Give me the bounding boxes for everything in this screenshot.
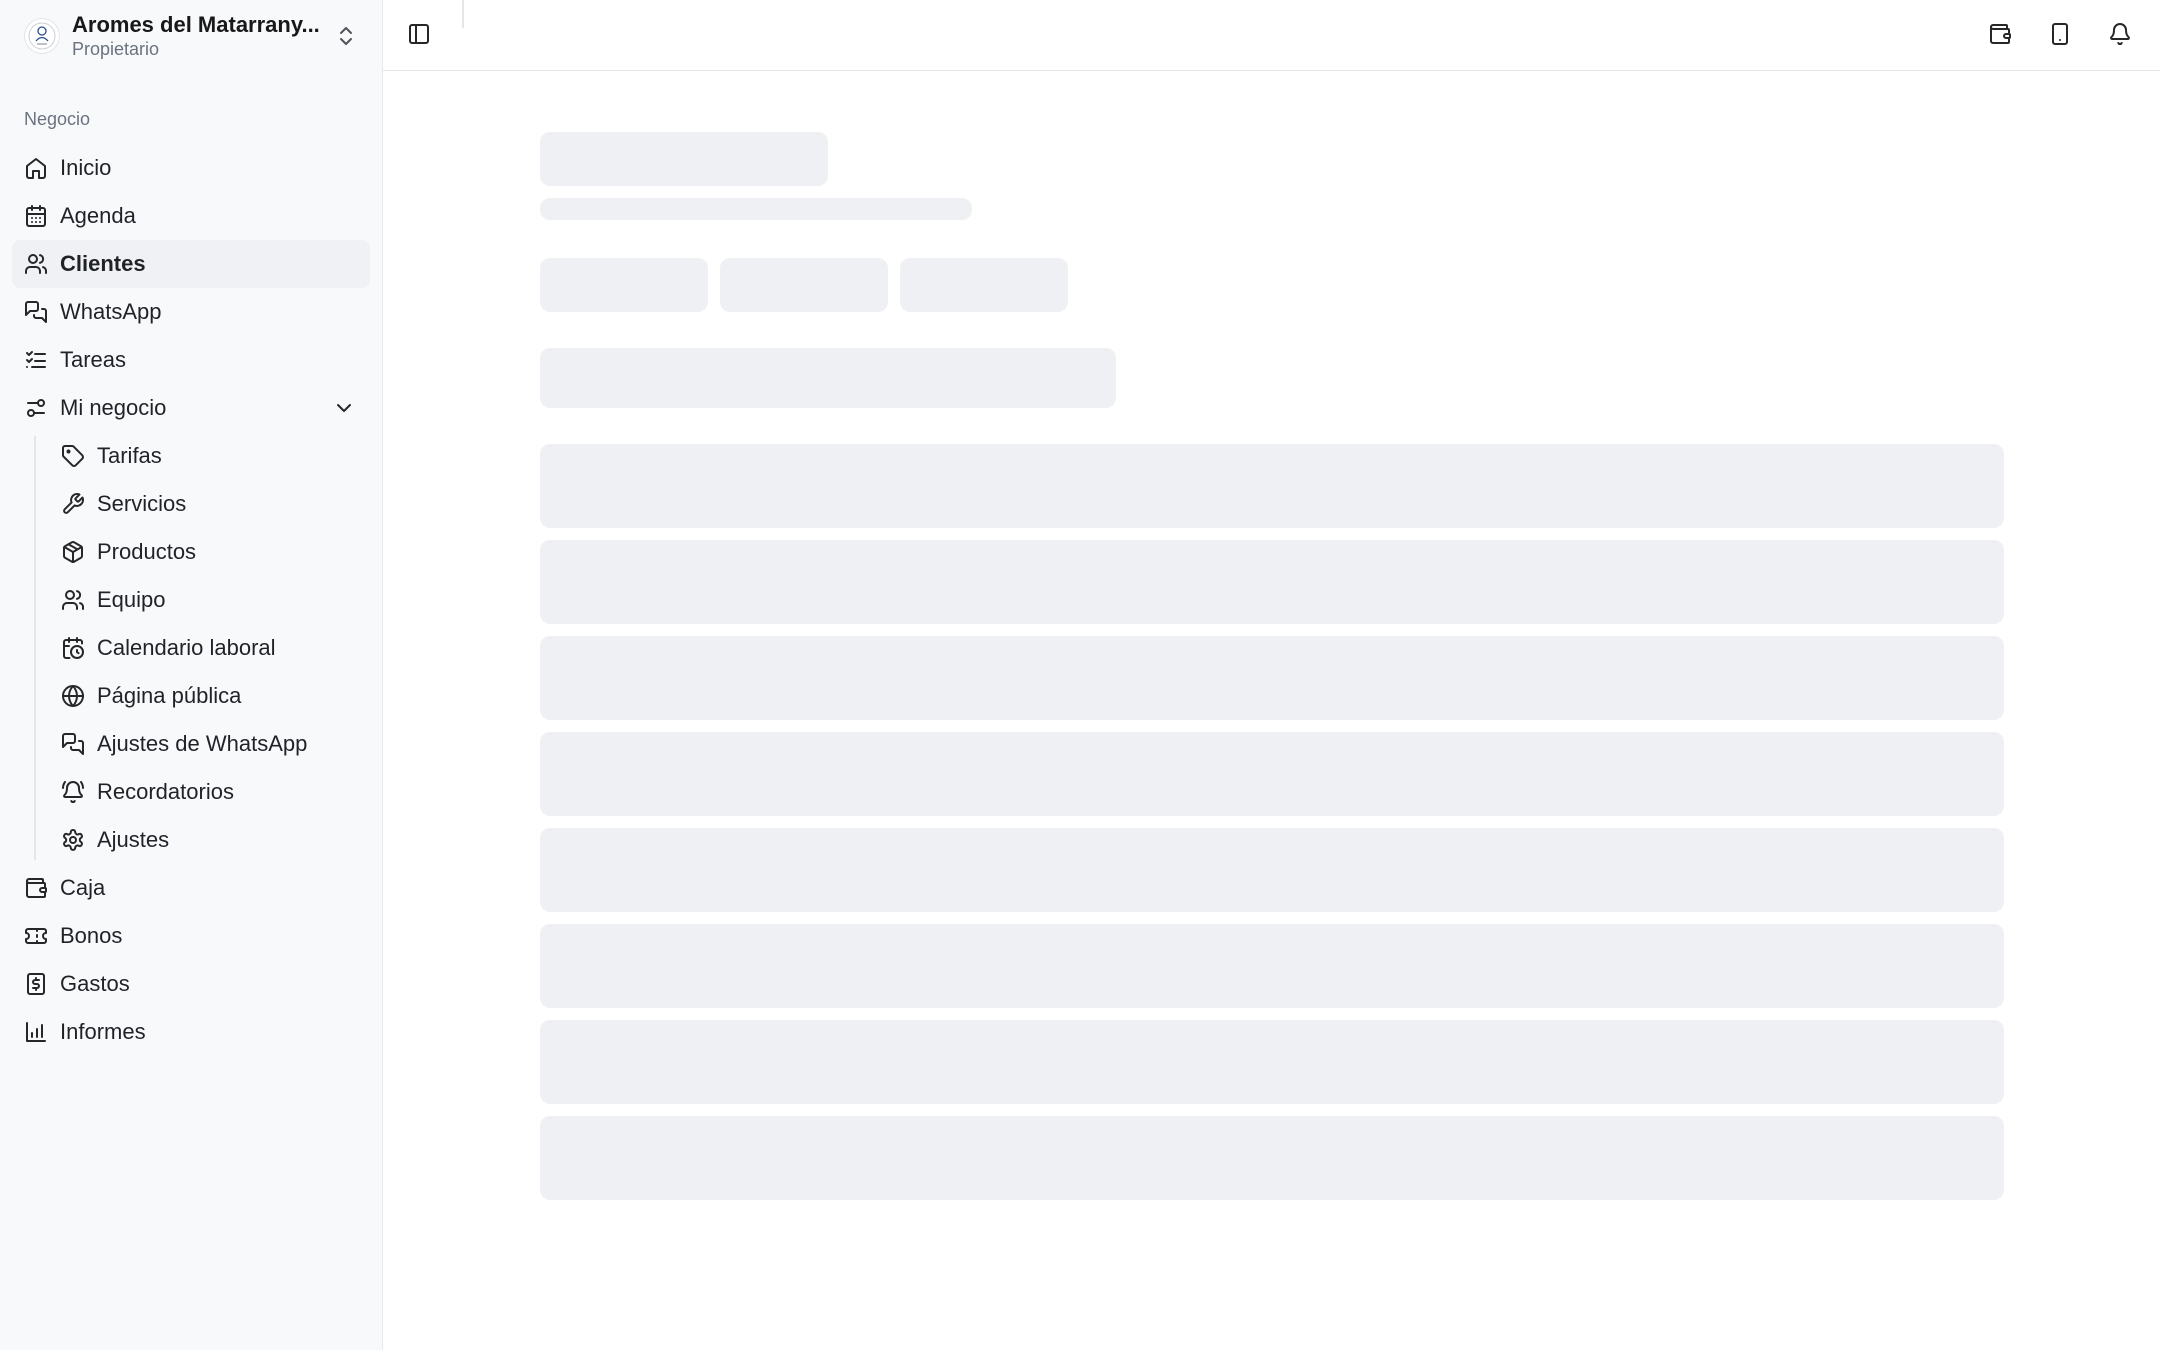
calendar-icon [24,204,48,228]
sidebar-item-clientes[interactable]: Clientes [12,240,370,288]
bar-chart-icon [24,1020,48,1044]
skeleton-subtitle [540,198,972,220]
settings-sliders-icon [24,396,48,420]
wallet-icon [24,876,48,900]
notifications-button[interactable] [2108,20,2132,52]
sidebar-item-productos[interactable]: Productos [12,528,370,576]
skeleton-row [540,636,2004,720]
chevrons-up-down-icon [334,24,356,48]
sidebar-item-calendario-laboral[interactable]: Calendario laboral [12,624,370,672]
sidebar-item-label: Mi negocio [60,395,167,420]
sidebar-item-equipo[interactable]: Equipo [12,576,370,624]
calendar-clock-icon [61,636,85,660]
skeleton-row [540,732,2004,816]
sidebar-item-label: Ajustes [97,827,170,852]
skeleton-row [540,828,2004,912]
panel-left-icon [407,22,431,51]
tablet-icon [2048,22,2072,51]
sidebar-item-label: Tareas [60,347,127,372]
top-actions [1988,20,2132,52]
business-role: Propietario [72,39,160,59]
business-switcher[interactable]: Aromes del Matarrany... Propietario [12,6,370,66]
cash-register-button[interactable] [1988,20,2012,52]
skeleton-row [540,444,2004,528]
sidebar-item-informes[interactable]: Informes [12,1008,370,1056]
sidebar-item-label: Informes [60,1019,146,1044]
sidebar-item-label: Tarifas [97,443,162,468]
sidebar-item-ajustes[interactable]: Ajustes [12,816,370,864]
sidebar-item-label: Agenda [60,203,136,228]
sidebar-item-label: Bonos [60,923,123,948]
sidebar-item-ajustes-whatsapp[interactable]: Ajustes de WhatsApp [12,720,370,768]
sidebar-item-label: Calendario laboral [97,635,276,660]
skeleton-row [540,1116,2004,1200]
business-name: Aromes del Matarrany... [72,12,320,37]
sidebar-item-label: Página pública [97,683,242,708]
main-content-loading [383,71,2160,1350]
users-icon [24,252,48,276]
sidebar-item-label: Productos [97,539,197,564]
sidebar-item-label: WhatsApp [60,299,162,324]
skeleton-row [540,1020,2004,1104]
sidebar-item-label: Caja [60,875,106,900]
sidebar-section-label: Negocio [24,109,91,129]
skeleton-row [540,924,2004,1008]
skeleton-row [540,540,2004,624]
sidebar-item-servicios[interactable]: Servicios [12,480,370,528]
sidebar-item-tareas[interactable]: Tareas [12,336,370,384]
sidebar-item-whatsapp[interactable]: WhatsApp [12,288,370,336]
toolbar-divider [462,0,464,28]
sidebar-item-mi-negocio[interactable]: Mi negocio [12,384,370,432]
home-icon [24,156,48,180]
wallet-icon [1988,22,2012,51]
sidebar-item-bonos[interactable]: Bonos [12,912,370,960]
chat-icon [61,732,85,756]
sidebar-item-agenda[interactable]: Agenda [12,192,370,240]
sidebar-item-inicio[interactable]: Inicio [12,144,370,192]
sidebar-item-label: Equipo [97,587,166,612]
bell-icon [2108,22,2132,51]
sidebar-item-gastos[interactable]: Gastos [12,960,370,1008]
sidebar-item-label: Servicios [97,491,187,516]
ticket-icon [24,924,48,948]
sidebar-item-label: Clientes [60,251,146,276]
skeleton-title [540,132,828,186]
sidebar-item-label: Recordatorios [97,779,234,804]
sidebar-item-caja[interactable]: Caja [12,864,370,912]
sidebar-item-label: Gastos [60,971,130,996]
sidebar: Aromes del Matarrany... Propietario Nego… [0,0,383,1350]
package-icon [61,540,85,564]
receipt-icon [24,972,48,996]
chat-icon [24,300,48,324]
skeleton-search [540,348,1116,408]
skeleton-tab [540,258,708,312]
sidebar-item-recordatorios[interactable]: Recordatorios [12,768,370,816]
mi-negocio-submenu: Tarifas Servicios Productos Equipo Calen… [12,432,370,864]
globe-icon [61,684,85,708]
sidebar-item-pagina-publica[interactable]: Página pública [12,672,370,720]
top-bar [383,0,2160,71]
users-icon [61,588,85,612]
tablet-mode-button[interactable] [2048,20,2072,52]
bell-ring-icon [61,780,85,804]
sidebar-nav: Inicio Agenda Clientes WhatsApp Tareas M… [12,144,370,1056]
chevron-down-icon [332,396,356,420]
gear-icon [61,828,85,852]
skeleton-tab [720,258,888,312]
list-checks-icon [24,348,48,372]
wrench-icon [61,492,85,516]
business-logo [24,18,60,54]
skeleton-tab [900,258,1068,312]
sidebar-item-label: Ajustes de WhatsApp [97,731,308,756]
sidebar-item-tarifas[interactable]: Tarifas [12,432,370,480]
sidebar-item-label: Inicio [60,155,112,180]
tag-icon [61,444,85,468]
sidebar-toggle-button[interactable] [403,20,435,52]
